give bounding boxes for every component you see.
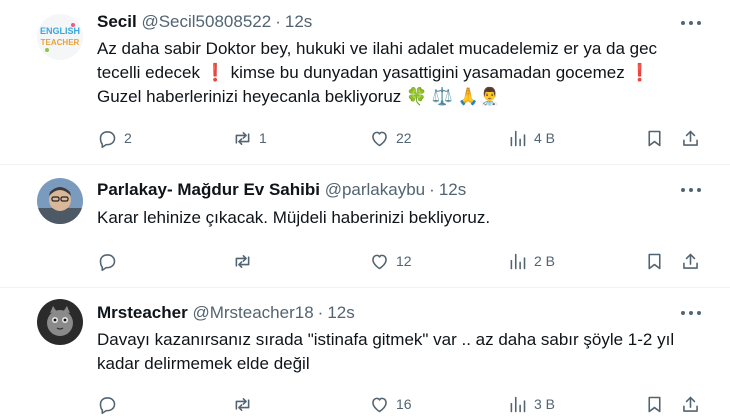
tweet-card[interactable]: ENGLISH TEACHER Secil @Secil50808522 · 12s…: [0, 0, 730, 165]
more-icon[interactable]: [680, 186, 702, 194]
separator-dot: ·: [275, 12, 281, 31]
tweet-text: Az daha sabir Doktor bey, hukuki ve ilah…: [97, 37, 707, 109]
reply-count: 2: [124, 130, 132, 146]
tweet-header: Parlakay- Mağdur Ev Sahibi @parlakaybu · 1…: [97, 179, 466, 201]
repost-button[interactable]: [232, 249, 259, 273]
share-icon: [683, 396, 698, 412]
avatar-lettering-2: TEACHER: [41, 38, 80, 47]
share-button[interactable]: [680, 392, 701, 416]
view-count: 3 B: [534, 396, 556, 412]
display-name[interactable]: Parlakay- Mağdur Ev Sahibi: [97, 180, 320, 199]
exclamation-emoji: ❗: [629, 63, 651, 82]
separator-dot: ·: [429, 180, 435, 199]
tweet-text-line: Az daha sabir Doktor bey, hukuki ve ilah…: [97, 39, 658, 58]
tweet-text: Karar lehinize çıkacak. Müjdeli haberini…: [97, 206, 707, 230]
bookmark-icon: [648, 253, 661, 269]
exclamation-emoji: ❗: [204, 63, 226, 82]
views-button[interactable]: 4 B: [507, 126, 555, 150]
avatar[interactable]: [37, 299, 83, 345]
avatar[interactable]: [37, 178, 83, 224]
share-button[interactable]: [680, 249, 701, 273]
tweet-text-line: tecelli edecek ❗ kimse bu dunyadan yasat…: [97, 63, 651, 82]
separator-dot: ·: [317, 303, 324, 322]
views-icon: [510, 396, 526, 412]
like-icon: [372, 254, 387, 269]
avatar-lettering-1: ENGLISH: [40, 26, 80, 36]
timestamp[interactable]: 12s: [327, 303, 354, 322]
like-count: 22: [396, 130, 412, 146]
action-bar: 16 3 B: [97, 392, 707, 416]
repost-button[interactable]: [232, 392, 259, 416]
view-count: 2 B: [534, 253, 556, 269]
action-bar: 2 1 22 4 B: [97, 126, 707, 150]
bookmark-icon: [648, 130, 661, 146]
reply-button[interactable]: [97, 392, 124, 416]
share-icon: [683, 253, 698, 269]
tweet-header: Mrsteacher @Mrsteacher18 · 12s: [97, 302, 355, 324]
share-button[interactable]: [680, 126, 701, 150]
repost-icon: [235, 254, 250, 268]
like-icon: [372, 397, 387, 412]
like-button[interactable]: 22: [369, 126, 412, 150]
views-button[interactable]: 2 B: [507, 249, 555, 273]
tweet-text-line: Karar lehinize çıkacak. Müjdeli haberini…: [97, 208, 491, 227]
tweet-feed: ENGLISH TEACHER Secil @Secil50808522 · 12s…: [0, 0, 730, 420]
bookmark-button[interactable]: [644, 126, 665, 150]
reply-icon: [99, 396, 116, 414]
tweet-header: Secil @Secil50808522 · 12s: [97, 11, 312, 33]
action-bar: 12 2 B: [97, 249, 707, 273]
share-icon: [683, 130, 698, 146]
display-name[interactable]: Mrsteacher: [97, 303, 188, 322]
reply-icon: [99, 130, 116, 148]
timestamp[interactable]: 12s: [285, 12, 312, 31]
view-count: 4 B: [534, 130, 556, 146]
tweet-text-line: Davayı kazanırsanız sırada "istinafa git…: [97, 330, 675, 349]
like-count: 12: [396, 253, 412, 269]
like-icon: [372, 131, 387, 146]
user-handle[interactable]: @Mrsteacher18: [192, 303, 313, 322]
bookmark-button[interactable]: [644, 392, 665, 416]
tweet-card[interactable]: Mrsteacher @Mrsteacher18 · 12s Davayı kaza…: [0, 288, 730, 420]
repost-icon: [235, 131, 250, 145]
tweet-text-line: kadar delirmemek elde değil: [97, 354, 310, 373]
like-button[interactable]: 16: [369, 392, 412, 416]
repost-icon: [235, 397, 250, 411]
views-icon: [510, 130, 526, 146]
views-icon: [510, 253, 526, 269]
tweet-text-line: Guzel haberlerinizi heyecanla bekliyoruz…: [97, 87, 501, 106]
tweet-text: Davayı kazanırsanız sırada "istinafa git…: [97, 328, 707, 376]
bookmark-icon: [648, 396, 661, 412]
user-handle[interactable]: @parlakaybu: [325, 180, 425, 199]
display-name[interactable]: Secil: [97, 12, 137, 31]
repost-button[interactable]: 1: [232, 126, 267, 150]
more-icon[interactable]: [680, 19, 702, 27]
like-button[interactable]: 12: [369, 249, 412, 273]
avatar[interactable]: ENGLISH TEACHER: [37, 14, 83, 60]
like-count: 16: [396, 396, 412, 412]
tweet-card[interactable]: Parlakay- Mağdur Ev Sahibi @parlakaybu · 1…: [0, 165, 730, 288]
reply-button[interactable]: 2: [97, 126, 132, 150]
repost-count: 1: [259, 130, 267, 146]
more-icon[interactable]: [680, 309, 702, 317]
reply-button[interactable]: [97, 249, 124, 273]
views-button[interactable]: 3 B: [507, 392, 555, 416]
reply-icon: [99, 253, 116, 271]
bookmark-button[interactable]: [644, 249, 665, 273]
user-handle[interactable]: @Secil50808522: [141, 12, 271, 31]
timestamp[interactable]: 12s: [439, 180, 466, 199]
